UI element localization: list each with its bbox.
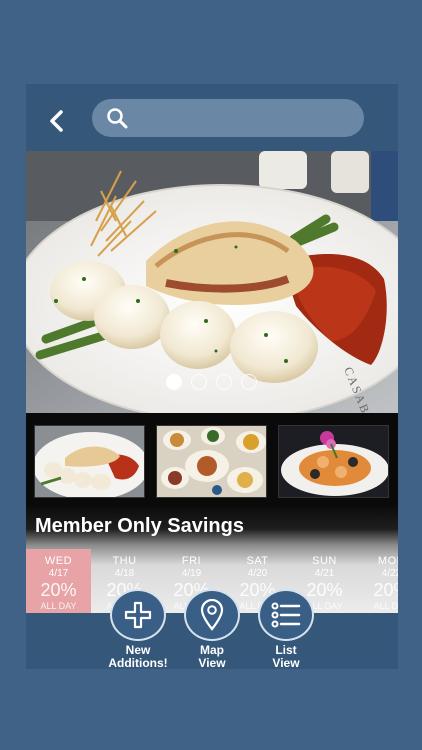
day-name: WED [44,555,73,567]
section-title: Member Only Savings [35,515,244,537]
thumbnail-tapas[interactable] [156,425,267,498]
day-time: ALL DAY [373,601,398,611]
day-name: SUN [312,555,337,567]
carousel-dot[interactable] [216,374,232,390]
day-name: FRI [181,555,202,567]
map-view-button[interactable] [184,589,240,641]
search-input[interactable] [136,99,364,137]
day-date: 4/18 [114,568,135,579]
day-option[interactable]: MON 4/22 20% ALL DAY [359,549,398,613]
carousel-dot[interactable] [191,374,207,390]
new-additions-button[interactable] [110,589,166,641]
hero-carousel[interactable]: CASABLANCA ON THE BAY [26,151,398,413]
day-date: 4/22 [381,568,398,579]
list-view-button[interactable] [258,589,314,641]
day-option[interactable]: WED 4/17 20% ALL DAY [26,549,91,613]
carousel-indicator [166,374,257,390]
carousel-dot[interactable] [241,374,257,390]
day-date: 4/21 [314,568,335,579]
list-icon [271,602,301,628]
day-name: SAT [246,555,269,567]
day-date: 4/19 [181,568,202,579]
search-bar[interactable] [92,99,364,137]
thumbnail-paella[interactable] [278,425,389,498]
chevron-left-icon [50,110,63,132]
day-date: 4/20 [247,568,268,579]
day-name: MON [377,555,398,567]
back-button[interactable] [42,106,72,136]
day-time: ALL DAY [40,601,77,611]
app-screen: CASABLANCA ON THE BAY [26,84,398,669]
day-discount: 20% [373,580,398,600]
map-pin-icon [200,599,224,631]
new-additions-label: New Additions! [108,643,168,670]
thumbnail-strip [26,413,398,505]
list-view-label: List View [272,643,300,670]
top-bar [26,84,398,151]
day-discount: 20% [40,580,77,600]
map-view-label: Map View [198,643,226,670]
carousel-dot[interactable] [166,374,182,390]
plus-icon [124,601,152,629]
search-icon [107,108,128,129]
day-date: 4/17 [48,568,69,579]
thumbnail-lobster[interactable] [34,425,145,498]
day-name: THU [112,555,137,567]
